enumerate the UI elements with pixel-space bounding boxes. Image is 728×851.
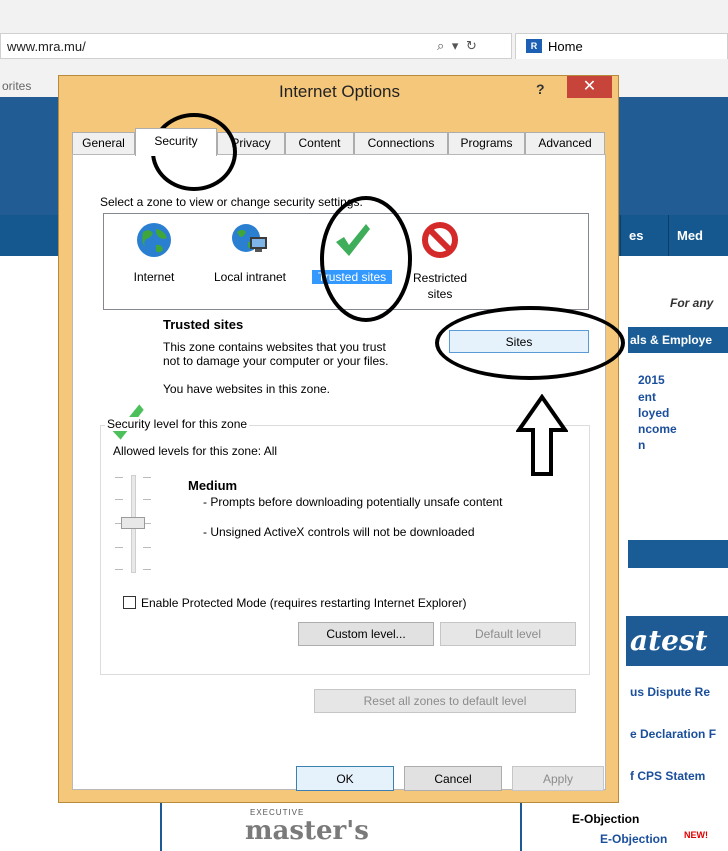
- security-level-name: Medium: [188, 478, 238, 493]
- zone-label: Local intranet: [213, 270, 287, 284]
- favorites-label: orites: [2, 79, 32, 93]
- slider-tick: [115, 477, 123, 478]
- address-bar[interactable]: www.mra.mu/ ⌕ ▾ ↻: [0, 33, 512, 59]
- annotation-circle-sites-button: [435, 306, 625, 380]
- tab-content[interactable]: Content: [285, 132, 354, 155]
- custom-level-button[interactable]: Custom level...: [298, 622, 434, 646]
- tab-programs[interactable]: Programs: [448, 132, 525, 155]
- slider-tick: [143, 547, 151, 548]
- site-subtitle: For any: [670, 296, 714, 310]
- zone-prompt: Select a zone to view or change security…: [100, 195, 363, 209]
- tab-general[interactable]: General: [72, 132, 135, 155]
- tab-connections[interactable]: Connections: [354, 132, 448, 155]
- restricted-icon: [422, 222, 458, 258]
- site-section-bar: als & Employe: [628, 327, 728, 353]
- cancel-button[interactable]: Cancel: [404, 766, 502, 791]
- zone-restricted-sites[interactable]: Restricted sites: [400, 218, 480, 306]
- site-latest-item[interactable]: us Dispute Re: [630, 685, 710, 699]
- site-eobjection-heading: E-Objection: [572, 812, 640, 826]
- protected-mode-label[interactable]: Enable Protected Mode (requires restarti…: [141, 596, 467, 610]
- url-text[interactable]: www.mra.mu/: [7, 39, 86, 54]
- site-nav-item[interactable]: es: [620, 215, 668, 256]
- site-eobjection-link[interactable]: E-Objection: [600, 832, 667, 846]
- zone-label: Internet: [133, 270, 175, 284]
- slider-tick: [115, 547, 123, 548]
- security-level-group-label: Security level for this zone: [105, 417, 250, 431]
- zone-status: You have websites in this zone.: [163, 382, 330, 396]
- new-badge: NEW!: [684, 830, 708, 840]
- site-latest-heading: atest: [626, 616, 728, 666]
- protected-mode-checkbox[interactable]: [123, 596, 136, 609]
- site-link[interactable]: loyed: [638, 406, 669, 420]
- zone-local-intranet[interactable]: Local intranet: [202, 218, 298, 306]
- site-latest-item[interactable]: f CPS Statem: [630, 769, 705, 783]
- tab-security[interactable]: Security: [135, 128, 217, 156]
- tab-title: Home: [548, 39, 583, 54]
- level-bullet-1: - Prompts before downloading potentially…: [203, 495, 503, 509]
- site-nav-item[interactable]: Med: [668, 215, 728, 256]
- default-level-button[interactable]: Default level: [440, 622, 576, 646]
- slider-tick: [115, 499, 123, 500]
- tab-advanced[interactable]: Advanced: [525, 132, 605, 155]
- zone-internet[interactable]: Internet: [114, 218, 194, 306]
- slider-tick: [115, 569, 123, 570]
- annotation-circle-trusted-sites: [320, 196, 412, 322]
- close-button[interactable]: ✕: [567, 76, 612, 98]
- site-latest-item[interactable]: e Declaration F: [630, 727, 716, 741]
- level-bullet-2: - Unsigned ActiveX controls will not be …: [203, 525, 475, 539]
- slider-tick: [143, 499, 151, 500]
- site-link[interactable]: ncome: [638, 422, 677, 436]
- site-link[interactable]: n: [638, 438, 645, 452]
- site-link[interactable]: ent: [638, 390, 656, 404]
- reset-all-zones-button[interactable]: Reset all zones to default level: [314, 689, 576, 713]
- browser-tab-home[interactable]: R Home: [515, 33, 728, 59]
- apply-button[interactable]: Apply: [512, 766, 604, 791]
- intranet-icon: [232, 224, 267, 252]
- site-logo: master's: [245, 816, 369, 846]
- site-link[interactable]: 2015: [638, 373, 665, 387]
- selected-zone-name: Trusted sites: [163, 317, 244, 332]
- search-refresh-icons[interactable]: ⌕ ▾ ↻: [437, 38, 479, 54]
- site-favicon-icon: R: [526, 39, 542, 53]
- slider-tick: [143, 477, 151, 478]
- globe-icon: [137, 223, 171, 257]
- annotation-up-arrow-icon: [516, 394, 568, 476]
- slider-tick: [143, 569, 151, 570]
- slider-thumb[interactable]: [121, 517, 145, 529]
- ok-button[interactable]: OK: [296, 766, 394, 791]
- security-level-slider[interactable]: [115, 475, 155, 575]
- help-button[interactable]: ?: [536, 81, 545, 97]
- zone-description: This zone contains websites that you tru…: [163, 340, 389, 368]
- site-section-bar: [628, 540, 728, 568]
- allowed-levels-text: Allowed levels for this zone: All: [113, 444, 278, 458]
- zone-label: Restricted sites: [412, 271, 468, 301]
